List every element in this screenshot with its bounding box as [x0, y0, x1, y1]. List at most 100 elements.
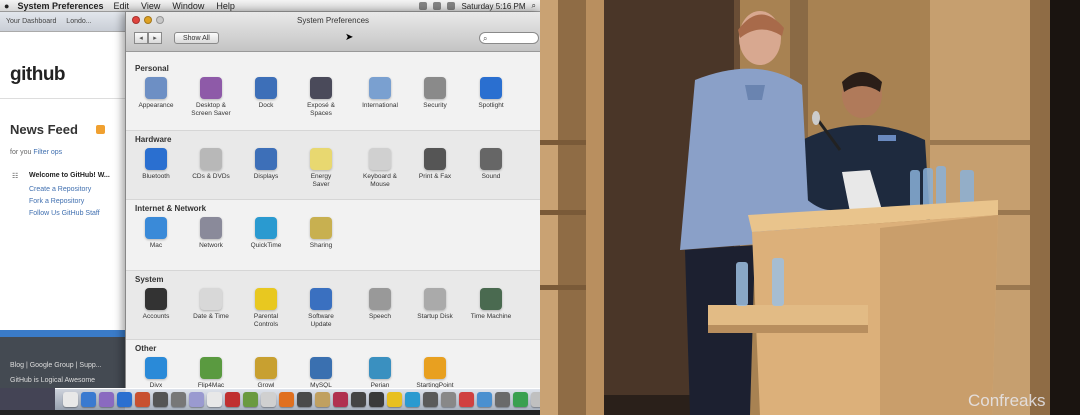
pref-pane-label: Displays [253, 173, 279, 180]
pref-pane-energy-saver[interactable]: Energy Saver [294, 148, 348, 189]
dock-app-icon[interactable] [153, 392, 168, 407]
pref-pane-quicktime[interactable]: QuickTime [239, 217, 293, 250]
pref-pane-label: Energy Saver [310, 173, 332, 188]
presenter-video: Confreaks [540, 0, 1080, 415]
footer-credit[interactable]: GitHub is Logical Awesome [10, 377, 95, 384]
show-all-button[interactable]: Show All [174, 32, 219, 44]
dock-app-icon[interactable] [189, 392, 204, 407]
dock-app-icon[interactable] [351, 392, 366, 407]
dock-app-icon[interactable] [459, 392, 474, 407]
pref-pane-date-time[interactable]: Date & Time [184, 288, 238, 321]
pref-pane-mysql[interactable]: MySQL [294, 357, 348, 390]
pref-pane-accounts[interactable]: Accounts [129, 288, 183, 321]
dock-app-icon[interactable] [387, 392, 402, 407]
pref-pane-sharing[interactable]: Sharing [294, 217, 348, 250]
menu-clock[interactable]: Saturday 5:16 PM [461, 2, 525, 11]
menu-bar: ● System Preferences Edit View Window He… [0, 0, 540, 12]
follow-staff-link[interactable]: Follow Us GitHub Staff [29, 210, 100, 217]
dock-app-icon[interactable] [81, 392, 96, 407]
divider [0, 98, 125, 99]
pref-pane-startup-disk[interactable]: Startup Disk [408, 288, 462, 321]
dock-app-icon[interactable] [279, 392, 294, 407]
menu-edit[interactable]: Edit [114, 1, 130, 11]
pref-pane-startingpoint[interactable]: StartingPoint [408, 357, 462, 390]
browser-tab[interactable]: Your Dashboard [6, 18, 56, 25]
menu-window[interactable]: Window [172, 1, 204, 11]
section-title: Other [135, 344, 157, 353]
wifi-icon[interactable] [419, 2, 428, 10]
dock-app-icon[interactable] [135, 392, 150, 407]
menu-view[interactable]: View [141, 1, 160, 11]
pref-pane-time-machine[interactable]: Time Machine [464, 288, 518, 321]
dock-app-icon[interactable] [99, 392, 114, 407]
dock-app-icon[interactable] [117, 392, 132, 407]
pref-pane-displays[interactable]: Displays [239, 148, 293, 181]
pref-pane-flip4mac[interactable]: Flip4Mac [184, 357, 238, 390]
dock-app-icon[interactable] [261, 392, 276, 407]
pref-pane-appearance[interactable]: Appearance [129, 77, 183, 110]
dock-app-icon[interactable] [297, 392, 312, 407]
pref-pane-spotlight[interactable]: Spotlight [464, 77, 518, 110]
pref-pane-software-update[interactable]: Software Update [294, 288, 348, 329]
pref-pane-international[interactable]: International [353, 77, 407, 110]
volume-icon[interactable] [433, 2, 442, 10]
filter-link[interactable]: Filter ops [33, 149, 62, 156]
dock-app-icon[interactable] [441, 392, 456, 407]
browser-tab[interactable]: Londo... [66, 18, 91, 25]
create-repository-link[interactable]: Create a Repository [29, 186, 91, 193]
dock-app-icon[interactable] [315, 392, 330, 407]
pref-pane-label: Appearance [138, 102, 174, 109]
pref-pane-speech[interactable]: Speech [353, 288, 407, 321]
menu-app-name[interactable]: System Preferences [17, 1, 103, 11]
battery-icon[interactable] [447, 2, 456, 10]
mysql-icon [310, 357, 332, 379]
section-hardware: Hardware Bluetooth CDs & DVDs Displays Energ… [126, 130, 540, 200]
window-title: System Preferences [296, 16, 370, 25]
pref-pane-dock[interactable]: Dock [239, 77, 293, 110]
section-title: Hardware [135, 135, 172, 144]
menu-help[interactable]: Help [216, 1, 235, 11]
pref-pane-growl[interactable]: Growl [239, 357, 293, 390]
dock-app-icon[interactable] [423, 392, 438, 407]
pref-pane-expose[interactable]: Exposé & Spaces [294, 77, 348, 118]
pref-pane-mac[interactable]: Mac [129, 217, 183, 250]
dock-app-icon[interactable] [531, 392, 540, 407]
window-titlebar[interactable]: System Preferences ◂ ▸ Show All ➤ ⌕ [126, 12, 540, 52]
dock-app-icon[interactable] [513, 392, 528, 407]
pref-pane-keyboard-mouse[interactable]: Keyboard & Mouse [353, 148, 407, 189]
spotlight-menu-icon[interactable]: ⌕ [532, 1, 536, 11]
dock-app-icon[interactable] [333, 392, 348, 407]
fork-repository-link[interactable]: Fork a Repository [29, 198, 84, 205]
apple-menu-icon[interactable]: ● [4, 1, 9, 11]
appearance-icon [145, 77, 167, 99]
pref-pane-bluetooth[interactable]: Bluetooth [129, 148, 183, 181]
dock-app-icon[interactable] [405, 392, 420, 407]
divx-icon [145, 357, 167, 379]
search-field[interactable]: ⌕ [479, 32, 539, 44]
pref-pane-divx[interactable]: Divx [129, 357, 183, 390]
water-bottle [923, 168, 933, 208]
footer-links[interactable]: Blog | Google Group | Supp... [10, 362, 102, 369]
dock-app-icon[interactable] [495, 392, 510, 407]
pref-pane-network[interactable]: Network [184, 217, 238, 250]
time-machine-icon [480, 288, 502, 310]
pref-pane-parental-controls[interactable]: Parental Controls [239, 288, 293, 329]
pref-pane-desktop[interactable]: Desktop & Screen Saver [184, 77, 238, 118]
pref-pane-perian[interactable]: Perian [353, 357, 407, 390]
dock-app-icon[interactable] [207, 392, 222, 407]
pref-pane-sound[interactable]: Sound [464, 148, 518, 181]
back-button[interactable]: ◂ [134, 32, 148, 44]
dock-app-icon[interactable] [63, 392, 78, 407]
pref-pane-label: Sharing [309, 242, 333, 249]
rss-icon[interactable] [96, 125, 105, 134]
pref-pane-print-fax[interactable]: Print & Fax [408, 148, 462, 181]
dock-app-icon[interactable] [171, 392, 186, 407]
github-logo[interactable]: github [10, 64, 66, 86]
pref-pane-security[interactable]: Security [408, 77, 462, 110]
dock-app-icon[interactable] [477, 392, 492, 407]
dock-app-icon[interactable] [243, 392, 258, 407]
dock-app-icon[interactable] [369, 392, 384, 407]
forward-button[interactable]: ▸ [148, 32, 162, 44]
pref-pane-cds-dvds[interactable]: CDs & DVDs [184, 148, 238, 181]
dock-app-icon[interactable] [225, 392, 240, 407]
